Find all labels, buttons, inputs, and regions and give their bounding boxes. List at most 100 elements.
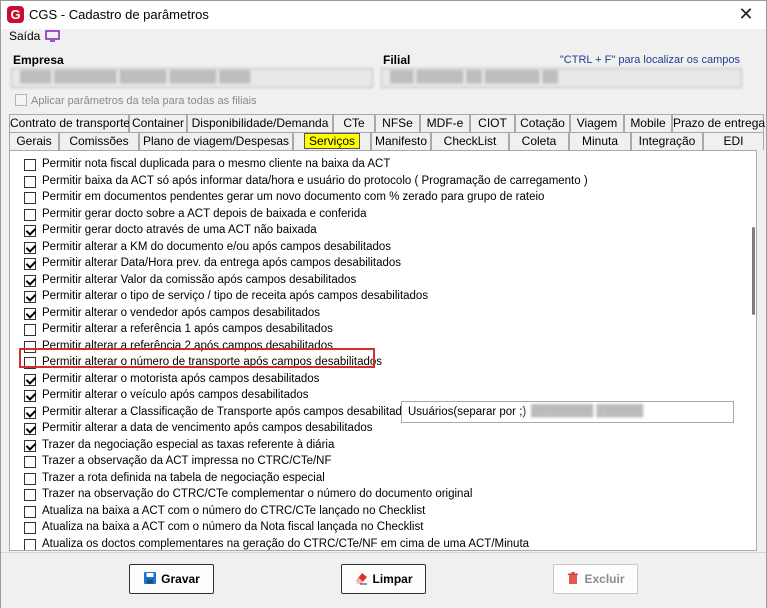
excluir-button[interactable]: Excluir bbox=[553, 564, 638, 594]
close-button[interactable]: ✕ bbox=[732, 3, 760, 25]
option-row[interactable]: Trazer na observação do CTRC/CTe complem… bbox=[24, 487, 724, 504]
tab-integracao[interactable]: Integração bbox=[631, 132, 703, 150]
option-row[interactable]: Atualiza na baixa a ACT com o número da … bbox=[24, 520, 724, 537]
option-row[interactable]: Permitir alterar o tipo de serviço / tip… bbox=[24, 289, 724, 306]
search-hint: "CTRL + F" para localizar os campos bbox=[559, 54, 740, 66]
tab-contrato-transporte[interactable]: Contrato de transporte bbox=[9, 114, 130, 132]
title-bar: G CGS - Cadastro de parâmetros ✕ bbox=[1, 1, 766, 29]
option-checkbox[interactable] bbox=[24, 225, 36, 237]
tab-viagem[interactable]: Viagem bbox=[570, 114, 624, 132]
gravar-button[interactable]: Gravar bbox=[129, 564, 214, 594]
tab-comissoes[interactable]: Comissões bbox=[59, 132, 139, 150]
option-label: Permitir alterar a Classificação de Tran… bbox=[42, 405, 428, 418]
option-label: Atualiza na baixa a ACT com o número do … bbox=[42, 504, 426, 517]
menu-saida[interactable]: Saída bbox=[9, 29, 40, 43]
option-row[interactable]: Permitir alterar o vendedor após campos … bbox=[24, 306, 724, 323]
option-label: Permitir baixa da ACT só após informar d… bbox=[42, 174, 588, 187]
option-label: Trazer a observação da ACT impressa no C… bbox=[42, 455, 332, 467]
empresa-field[interactable]: ████ ████████ ██████ ██████ ████ bbox=[11, 68, 373, 88]
option-checkbox[interactable] bbox=[24, 522, 36, 534]
gravar-label: Gravar bbox=[161, 572, 200, 586]
option-label: Permitir alterar a KM do documento e/ou … bbox=[42, 240, 392, 253]
usuarios-field[interactable]: Usuários(separar por ;) ████████ ██████ bbox=[401, 401, 734, 423]
tab-ciot[interactable]: CIOT bbox=[470, 114, 515, 132]
option-checkbox[interactable] bbox=[24, 192, 36, 204]
menu-bar: Saída bbox=[1, 29, 766, 45]
option-checkbox[interactable] bbox=[24, 208, 36, 221]
option-checkbox[interactable] bbox=[24, 159, 36, 171]
option-row[interactable]: Permitir em documentos pendentes gerar u… bbox=[24, 190, 724, 207]
option-label: Permitir alterar Valor da comissão após … bbox=[42, 273, 357, 286]
tab-mobile[interactable]: Mobile bbox=[624, 114, 672, 132]
option-row[interactable]: Permitir alterar a data de vencimento ap… bbox=[24, 421, 724, 438]
scroll-thumb[interactable] bbox=[752, 227, 755, 315]
tab-plano-viagem[interactable]: Plano de viagem/Despesas bbox=[139, 132, 293, 150]
option-checkbox[interactable] bbox=[24, 390, 36, 402]
option-label: Atualiza os doctos complementares na ger… bbox=[42, 537, 530, 550]
option-row[interactable]: Permitir alterar o motorista após campos… bbox=[24, 372, 724, 389]
option-label: Permitir alterar o tipo de serviço / tip… bbox=[42, 290, 429, 302]
option-row[interactable]: Permitir alterar Valor da comissão após … bbox=[24, 273, 724, 290]
option-row[interactable]: Trazer a observação da ACT impressa no C… bbox=[24, 454, 724, 471]
option-checkbox[interactable] bbox=[24, 373, 36, 386]
option-row[interactable]: Trazer da negociação especial as taxas r… bbox=[24, 438, 724, 455]
window-title: CGS - Cadastro de parâmetros bbox=[29, 7, 209, 22]
option-checkbox[interactable] bbox=[24, 489, 36, 501]
option-row[interactable]: Permitir gerar docto através de uma ACT … bbox=[24, 223, 724, 240]
option-row[interactable]: Atualiza na baixa a ACT com o número do … bbox=[24, 504, 724, 521]
option-checkbox[interactable] bbox=[24, 241, 36, 254]
apply-all-checkbox[interactable]: Aplicar parâmetros da tela para todas as… bbox=[15, 94, 257, 107]
tab-gerais[interactable]: Gerais bbox=[9, 132, 59, 150]
option-checkbox[interactable] bbox=[24, 538, 36, 550]
vertical-scrollbar[interactable] bbox=[751, 151, 757, 550]
option-checkbox[interactable] bbox=[24, 291, 36, 303]
tab-servicos[interactable]: Serviços bbox=[293, 132, 371, 150]
option-row[interactable]: Atualiza os doctos complementares na ger… bbox=[24, 537, 724, 550]
option-checkbox[interactable] bbox=[24, 258, 36, 270]
tab-prazo-entrega[interactable]: Prazo de entrega bbox=[672, 114, 765, 132]
tab-container[interactable]: Container bbox=[129, 114, 187, 132]
usuarios-value[interactable]: ████████ ██████ bbox=[524, 404, 732, 420]
tab-checklist[interactable]: CheckList bbox=[431, 132, 509, 150]
option-checkbox[interactable] bbox=[24, 505, 36, 518]
tab-manifesto[interactable]: Manifesto bbox=[371, 132, 431, 150]
option-checkbox[interactable] bbox=[24, 439, 36, 452]
tab-minuta[interactable]: Minuta bbox=[569, 132, 631, 150]
option-label: Trazer a rota definida na tabela de nego… bbox=[42, 471, 325, 484]
option-checkbox[interactable] bbox=[24, 324, 36, 336]
option-label: Permitir alterar a referência 1 após cam… bbox=[42, 323, 333, 335]
monitor-icon[interactable] bbox=[45, 30, 60, 42]
option-checkbox[interactable] bbox=[24, 175, 36, 188]
option-row[interactable]: Permitir gerar docto sobre a ACT depois … bbox=[24, 207, 724, 224]
limpar-button[interactable]: Limpar bbox=[341, 564, 426, 594]
option-row[interactable]: Permitir alterar Data/Hora prev. da entr… bbox=[24, 256, 724, 273]
option-label: Atualiza na baixa a ACT com o número da … bbox=[42, 521, 424, 533]
apply-all-box[interactable] bbox=[15, 94, 27, 106]
tab-cte[interactable]: CTe bbox=[333, 114, 375, 132]
tab-nfse[interactable]: NFSe bbox=[375, 114, 420, 132]
tab-mdfe[interactable]: MDF-e bbox=[420, 114, 470, 132]
tab-cotacao[interactable]: Cotação bbox=[515, 114, 570, 132]
empresa-label: Empresa bbox=[13, 53, 64, 67]
tab-edi[interactable]: EDI bbox=[703, 132, 764, 150]
option-label: Permitir alterar o veículo após campos d… bbox=[42, 389, 309, 401]
option-checkbox[interactable] bbox=[24, 423, 36, 435]
eraser-icon bbox=[356, 573, 368, 585]
option-row[interactable]: Permitir alterar a KM do documento e/ou … bbox=[24, 240, 724, 257]
usuarios-label: Usuários(separar por ;) bbox=[408, 406, 527, 418]
option-checkbox[interactable] bbox=[24, 307, 36, 320]
option-checkbox[interactable] bbox=[24, 472, 36, 485]
option-checkbox[interactable] bbox=[24, 406, 36, 419]
option-row[interactable]: Permitir baixa da ACT só após informar d… bbox=[24, 174, 724, 191]
option-checkbox[interactable] bbox=[24, 456, 36, 468]
trash-icon bbox=[568, 572, 579, 584]
option-row[interactable]: Permitir alterar a referência 1 após cam… bbox=[24, 322, 724, 339]
tab-coleta[interactable]: Coleta bbox=[509, 132, 569, 150]
option-row[interactable]: Permitir nota fiscal duplicada para o me… bbox=[24, 157, 724, 174]
filial-field[interactable]: ███ ██████ ██ ███████ ██ bbox=[381, 68, 742, 88]
tab-disponibilidade[interactable]: Disponibilidade/Demanda bbox=[187, 114, 333, 132]
option-row[interactable]: Trazer a rota definida na tabela de nego… bbox=[24, 471, 724, 488]
option-label: Permitir nota fiscal duplicada para o me… bbox=[42, 158, 391, 170]
apply-all-label: Aplicar parâmetros da tela para todas as… bbox=[31, 95, 257, 107]
option-checkbox[interactable] bbox=[24, 274, 36, 287]
